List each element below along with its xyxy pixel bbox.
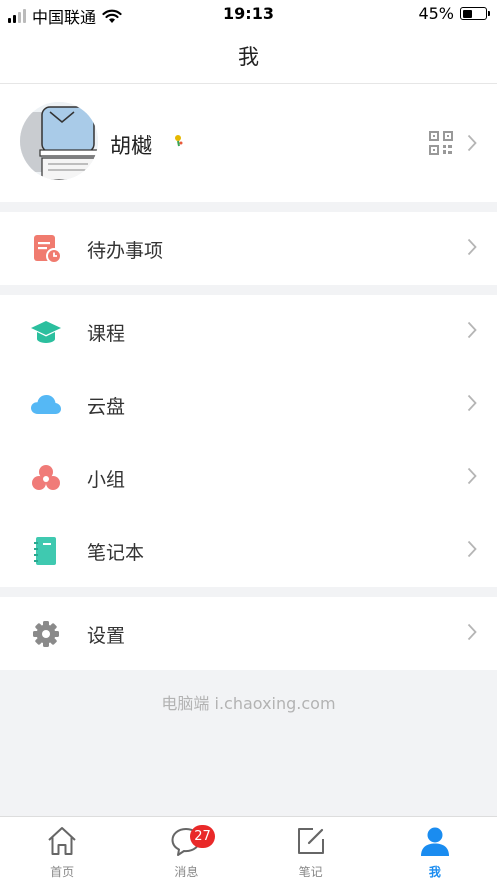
notebook-icon <box>34 537 56 565</box>
chevron-right-icon <box>467 238 477 256</box>
chevron-right-icon <box>467 134 477 152</box>
tab-label: 首页 <box>50 865 75 879</box>
menu-item-label: 课程 <box>87 323 126 345</box>
desktop-site-link[interactable]: 电脑端 i.chaoxing.com <box>0 690 497 714</box>
status-right: 45% <box>418 4 490 23</box>
tab-label: 笔记 <box>298 865 323 879</box>
edit-note-icon <box>297 828 324 854</box>
chevron-right-icon <box>467 394 477 412</box>
menu-item-cloud[interactable]: 云盘 <box>0 368 497 441</box>
profile-name: 胡樾 <box>110 134 152 158</box>
avatar[interactable] <box>20 102 98 180</box>
chevron-right-icon <box>467 321 477 339</box>
nav-bar: 我 <box>0 28 497 84</box>
menu-item-label: 小组 <box>87 469 126 491</box>
settings-section: 设置 <box>0 597 497 670</box>
tab-messages[interactable]: 27 消息 <box>124 817 248 883</box>
bottom-tab-bar: 首页 27 消息 笔记 我 <box>0 816 497 883</box>
tab-me[interactable]: 我 <box>373 817 497 883</box>
unread-badge: 27 <box>190 825 215 848</box>
graduation-cap-icon <box>31 321 61 343</box>
profile-card[interactable]: 胡樾 <box>0 84 497 202</box>
menu-item-settings[interactable]: 设置 <box>0 597 497 670</box>
user-icon <box>420 827 449 856</box>
main-menu-section: 课程 云盘 小组 笔记本 <box>0 295 497 587</box>
battery-icon <box>460 7 490 20</box>
chevron-right-icon <box>467 467 477 485</box>
badge-icon <box>175 135 183 147</box>
avatar-illustration-icon <box>20 102 98 180</box>
menu-item-group[interactable]: 小组 <box>0 441 497 514</box>
menu-item-label: 待办事项 <box>87 240 164 262</box>
todo-section: 待办事项 <box>0 212 497 285</box>
cloud-icon <box>31 395 61 414</box>
gear-icon <box>33 621 59 647</box>
tab-notes[interactable]: 笔记 <box>249 817 373 883</box>
tab-label: 我 <box>428 865 441 879</box>
battery-percent: 45% <box>418 4 454 23</box>
group-icon <box>32 465 60 490</box>
tab-home[interactable]: 首页 <box>0 817 124 883</box>
tab-label: 消息 <box>174 865 199 879</box>
menu-item-label: 云盘 <box>87 396 126 418</box>
todo-clock-icon <box>34 235 62 264</box>
qr-code-icon[interactable] <box>429 131 453 155</box>
battery-fill <box>462 9 473 18</box>
chevron-right-icon <box>467 540 477 558</box>
chevron-right-icon <box>467 623 477 641</box>
page-title: 我 <box>238 44 259 69</box>
menu-item-notebook[interactable]: 笔记本 <box>0 514 497 587</box>
status-bar: 中国联通 19:13 45% <box>0 0 497 28</box>
home-icon <box>48 827 76 855</box>
menu-item-todo[interactable]: 待办事项 <box>0 212 497 285</box>
menu-item-courses[interactable]: 课程 <box>0 295 497 368</box>
menu-item-label: 设置 <box>87 625 126 647</box>
menu-item-label: 笔记本 <box>87 542 145 564</box>
